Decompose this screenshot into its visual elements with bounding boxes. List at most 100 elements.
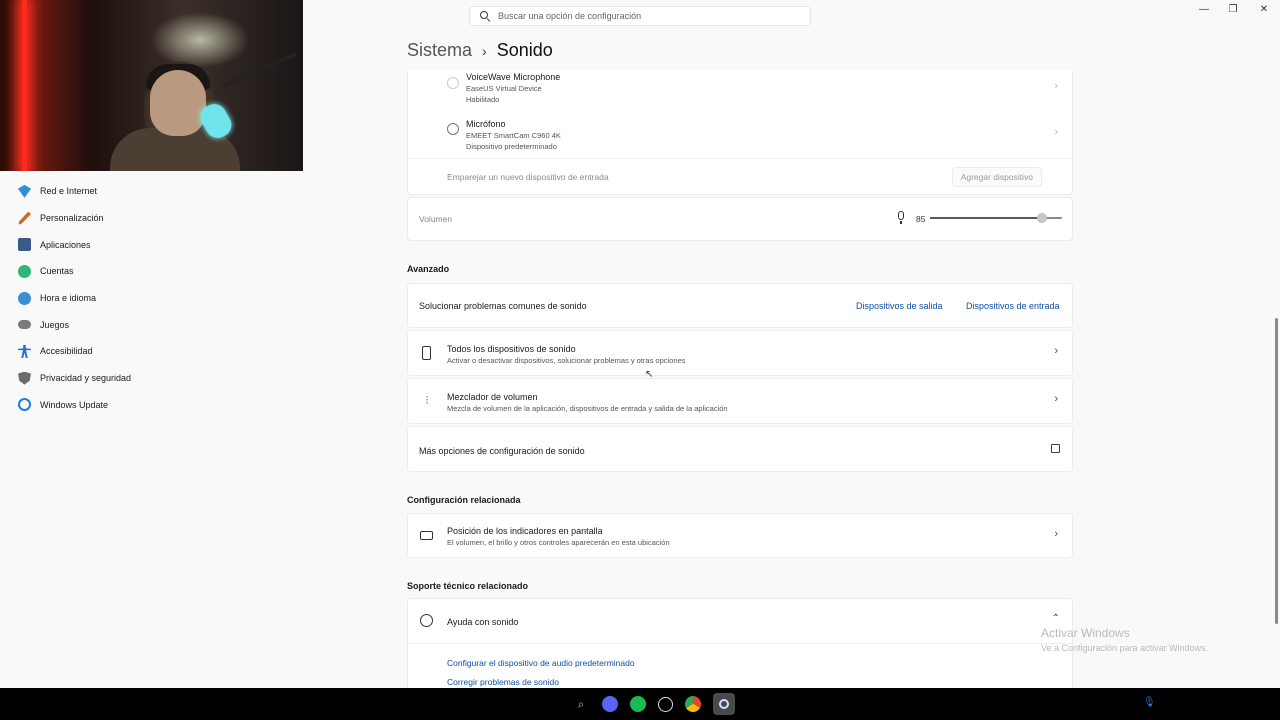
device-status: Dispositivo predeterminado xyxy=(466,142,557,151)
search-input[interactable]: Buscar una opción de configuración xyxy=(469,6,811,26)
sidebar-item-accessibility[interactable]: Accesibilidad xyxy=(0,338,300,365)
card-title: Posición de los indicadores en pantalla xyxy=(447,526,603,536)
input-devices-link[interactable]: Dispositivos de entrada xyxy=(966,301,1060,311)
device-name: VoiceWave Microphone xyxy=(466,72,561,82)
pair-device-row: Emparejar un nuevo dispositivo de entrad… xyxy=(408,158,1072,194)
sidebar-item-label: Cuentas xyxy=(40,266,74,277)
sidebar-item-label: Accesibilidad xyxy=(40,346,93,357)
sidebar-item-accounts[interactable]: Cuentas xyxy=(0,258,300,285)
discord-icon[interactable] xyxy=(602,696,618,712)
search-icon[interactable]: ⌕ xyxy=(572,695,590,713)
card-subtitle: Mezcla de volumen de la aplicación, disp… xyxy=(447,404,728,413)
sidebar-item-label: Hora e idioma xyxy=(40,293,97,304)
chevron-right-icon: › xyxy=(1054,345,1058,357)
device-row[interactable]: Micrófono EMEET SmartCam C960 4K Disposi… xyxy=(408,112,1072,158)
sidebar-item-windows-update[interactable]: Windows Update xyxy=(0,392,300,419)
volume-value: 85 xyxy=(916,214,926,224)
chevron-up-icon[interactable]: ⌃ xyxy=(1052,613,1060,624)
card-title: Todos los dispositivos de sonido xyxy=(447,344,576,354)
section-heading-support: Soporte técnico relacionado xyxy=(407,581,529,591)
device-name: Micrófono xyxy=(466,119,506,129)
radio-button[interactable] xyxy=(447,77,459,89)
volume-slider[interactable] xyxy=(930,213,1062,223)
wifi-icon xyxy=(18,184,31,198)
card-title: Mezclador de volumen xyxy=(447,392,538,402)
sidebar-item-personalization[interactable]: Personalización xyxy=(0,205,300,232)
breadcrumb-parent[interactable]: Sistema xyxy=(407,40,472,61)
settings-app-icon[interactable] xyxy=(713,693,735,715)
external-link-icon xyxy=(1051,444,1060,453)
device-status: Habilitado xyxy=(466,95,500,104)
chevron-right-icon: › xyxy=(1054,528,1058,540)
output-devices-link[interactable]: Dispositivos de salida xyxy=(856,301,943,311)
troubleshoot-label: Solucionar problemas comunes de sonido xyxy=(419,301,587,311)
speaker-icon xyxy=(422,346,431,360)
brush-icon xyxy=(18,211,31,225)
activate-windows-watermark: Activar Windows Ve a Configuración para … xyxy=(1041,626,1208,653)
globe-clock-icon xyxy=(18,291,31,305)
device-row[interactable]: VoiceWave Microphone EaseUS Virtual Devi… xyxy=(408,70,1072,112)
watermark-title: Activar Windows xyxy=(1041,626,1130,640)
pair-device-label: Emparejar un nuevo dispositivo de entrad… xyxy=(447,171,609,182)
card-subtitle: El volumen, el brillo y otros controles … xyxy=(447,538,670,547)
sidebar-item-network[interactable]: Red e Internet xyxy=(0,178,300,205)
device-description: EaseUS Virtual Device xyxy=(466,84,542,93)
close-button[interactable]: ✕ xyxy=(1257,4,1271,15)
sidebar-item-time-language[interactable]: Hora e idioma xyxy=(0,285,300,312)
page-title: Sonido xyxy=(496,40,553,60)
openai-icon[interactable] xyxy=(658,696,673,712)
minimize-button[interactable]: — xyxy=(1197,4,1211,15)
maximize-button[interactable]: ❐ xyxy=(1226,4,1240,15)
microphone-icon[interactable] xyxy=(896,211,906,225)
sound-help-card: Ayuda con sonido ⌃ Configurar el disposi… xyxy=(407,598,1073,688)
volume-slider-fill xyxy=(930,217,1043,219)
account-icon xyxy=(18,264,31,278)
sidebar-item-privacy[interactable]: Privacidad y seguridad xyxy=(0,365,300,392)
spotify-icon[interactable] xyxy=(630,696,646,712)
sidebar-item-label: Privacidad y seguridad xyxy=(40,373,132,384)
volume-mixer-card[interactable]: ⫶ Mezclador de volumen Mezcla de volumen… xyxy=(407,378,1073,424)
volume-label: Volumen xyxy=(419,214,453,224)
sidebar: Red e Internet Personalización Aplicacio… xyxy=(0,178,300,418)
sidebar-item-label: Red e Internet xyxy=(40,186,98,197)
card-subtitle: Activar o desactivar dispositivos, soluc… xyxy=(447,356,686,365)
section-heading-advanced: Avanzado xyxy=(407,264,450,274)
add-device-button[interactable]: Agregar dispositivo xyxy=(951,167,1042,187)
shield-icon xyxy=(18,371,31,385)
help-link[interactable]: Configurar el dispositivo de audio prede… xyxy=(447,658,635,668)
all-sound-devices-card[interactable]: Todos los dispositivos de sonido Activar… xyxy=(407,330,1073,376)
sidebar-item-gaming[interactable]: Juegos xyxy=(0,311,300,338)
device-description: EMEET SmartCam C960 4K xyxy=(466,131,561,140)
watermark-subtitle: Ve a Configuración para activar Windows. xyxy=(1041,643,1209,653)
chevron-right-icon: › xyxy=(482,42,487,59)
microphone-tray-icon[interactable]: 🎙 xyxy=(1143,697,1156,708)
sidebar-item-label: Juegos xyxy=(40,319,70,330)
webcam-overlay xyxy=(0,0,303,171)
input-devices-card: VoiceWave Microphone EaseUS Virtual Devi… xyxy=(407,70,1073,195)
card-title: Más opciones de configuración de sonido xyxy=(419,446,585,456)
radio-button[interactable] xyxy=(447,123,459,135)
volume-card: Volumen 85 xyxy=(407,197,1073,241)
more-sound-settings-card[interactable]: Más opciones de configuración de sonido xyxy=(407,426,1073,472)
card-title: Ayuda con sonido xyxy=(447,617,519,627)
accessibility-icon xyxy=(18,344,31,358)
help-link[interactable]: Corregir problemas de sonido xyxy=(447,677,559,687)
chevron-right-icon: › xyxy=(1054,126,1058,138)
section-heading-related: Configuración relacionada xyxy=(407,495,521,505)
monitor-icon xyxy=(420,531,433,540)
taskbar: ⌕ xyxy=(0,688,1280,720)
windows-start-icon[interactable] xyxy=(545,697,560,712)
scrollbar[interactable] xyxy=(1275,318,1278,624)
led-light xyxy=(22,0,27,171)
chevron-right-icon: › xyxy=(1054,80,1058,92)
person-face xyxy=(150,70,206,136)
sound-help-header[interactable]: Ayuda con sonido ⌃ xyxy=(408,599,1072,644)
chrome-icon[interactable] xyxy=(685,696,701,712)
indicators-position-card[interactable]: Posición de los indicadores en pantalla … xyxy=(407,513,1073,558)
gamepad-icon xyxy=(18,320,31,330)
sidebar-item-apps[interactable]: Aplicaciones xyxy=(0,231,300,258)
search-icon xyxy=(480,11,490,21)
mic-arm xyxy=(222,51,298,89)
search-placeholder: Buscar una opción de configuración xyxy=(498,11,642,21)
globe-icon xyxy=(420,614,433,627)
